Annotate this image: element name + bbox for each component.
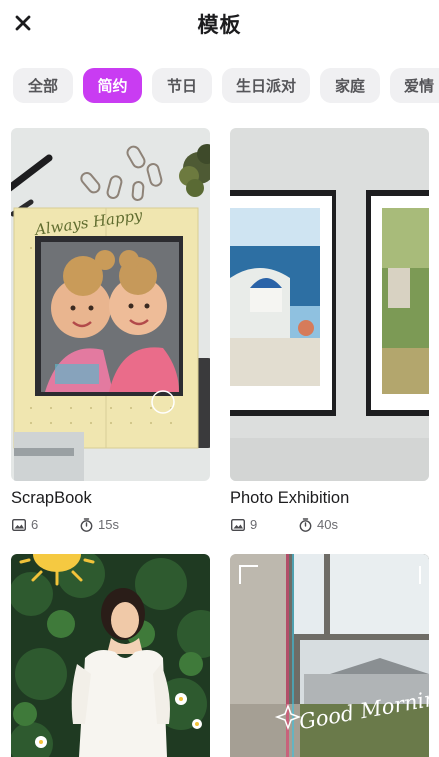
tab-minimal[interactable]: 简约: [83, 68, 142, 103]
good-morning-thumbnail-image: Good Morning: [230, 554, 429, 757]
stopwatch-icon: [299, 517, 312, 532]
photo-count: 6: [12, 517, 38, 532]
template-title: Photo Exhibition: [230, 489, 350, 507]
photo-count-value: 6: [31, 517, 39, 532]
duration: 15s: [80, 517, 119, 532]
tab-family[interactable]: 家庭: [320, 68, 380, 103]
page-title: 模板: [197, 13, 242, 37]
duration-value: 15s: [98, 517, 119, 532]
template-card-photo-exhibition[interactable]: Photo Exhibition 9 40s: [230, 128, 429, 538]
template-thumbnail[interactable]: [230, 128, 429, 481]
template-card-scrapbook[interactable]: Always Happy ScrapBook 6 15s: [11, 128, 210, 538]
template-card-good-morning[interactable]: Good Morning: [230, 554, 429, 757]
template-thumbnail[interactable]: [11, 554, 210, 757]
template-card-flower-portrait[interactable]: [11, 554, 210, 757]
tab-love[interactable]: 爱情: [390, 68, 439, 103]
tab-all[interactable]: 全部: [13, 68, 73, 103]
duration-value: 40s: [317, 517, 338, 532]
flower-portrait-thumbnail-image: [11, 554, 210, 757]
tab-holiday[interactable]: 节日: [152, 68, 212, 103]
category-tabs: 全部 简约 节日 生日派对 家庭 爱情: [0, 68, 439, 104]
header: 模板: [0, 0, 439, 50]
image-icon: [12, 518, 26, 531]
duration: 40s: [299, 517, 338, 532]
photo-count: 9: [231, 517, 257, 532]
stopwatch-icon: [80, 517, 93, 532]
photo-exhibition-thumbnail-image: [230, 128, 429, 481]
template-title: ScrapBook: [11, 489, 92, 507]
photo-count-value: 9: [250, 517, 258, 532]
scrapbook-thumbnail-image: Always Happy: [11, 128, 210, 481]
tab-birthday-party[interactable]: 生日派对: [222, 68, 310, 103]
template-thumbnail[interactable]: Good Morning: [230, 554, 429, 757]
image-icon: [231, 518, 245, 531]
template-thumbnail[interactable]: Always Happy: [11, 128, 210, 481]
